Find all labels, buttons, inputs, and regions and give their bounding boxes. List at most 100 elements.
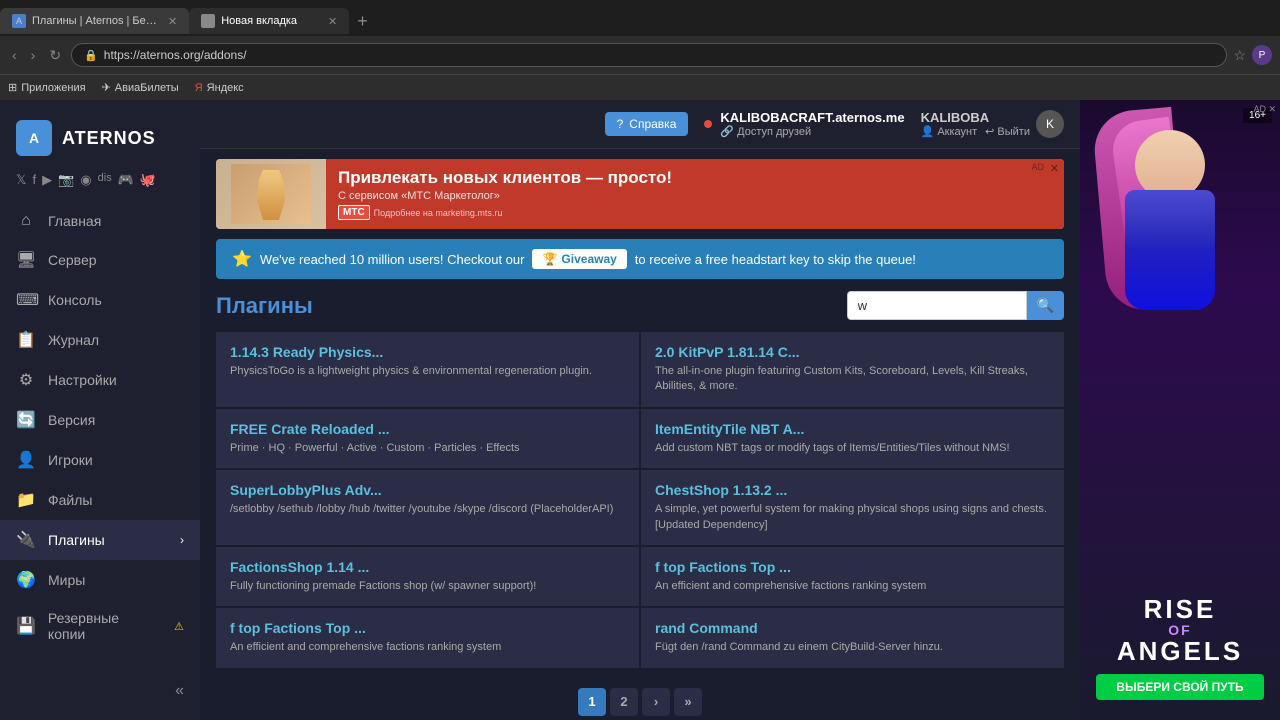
sidebar-collapse: « xyxy=(0,672,200,710)
sidebar-item-server[interactable]: 🖥 Сервер xyxy=(0,240,200,280)
plugin-card-3[interactable]: ItemEntityTile NBT A... Add custom NBT t… xyxy=(641,409,1064,468)
ad-close-button[interactable]: ✕ xyxy=(1050,162,1059,175)
tab-2-favicon xyxy=(201,14,215,28)
game-name-angels: ANGELS xyxy=(1096,637,1263,666)
play-button[interactable]: ВЫБЕРИ СВОЙ ПУТЬ xyxy=(1096,674,1263,700)
forward-button[interactable]: › xyxy=(27,45,40,65)
sidebar-item-plugins[interactable]: 🔌 Плагины › xyxy=(0,520,200,560)
url-text: https://aternos.org/addons/ xyxy=(104,48,247,62)
plugin-name-4: SuperLobbyPlus Adv... xyxy=(230,482,625,498)
twitter-icon[interactable]: 𝕏 xyxy=(16,172,26,188)
collapse-button[interactable]: « xyxy=(175,682,184,700)
user-actions: 👤 Аккаунт ↩ Выйти xyxy=(921,125,1030,138)
logout-icon: ↩ xyxy=(985,126,994,138)
question-icon: ? xyxy=(617,117,624,131)
instagram-icon[interactable]: 📷 xyxy=(58,172,74,188)
giveaway-banner: ⭐ We've reached 10 million users! Checko… xyxy=(216,239,1064,279)
tab-1-label: Плагины | Aternos | Бесплатн... xyxy=(32,15,162,27)
sidebar-item-players[interactable]: 👤 Игроки xyxy=(0,440,200,480)
github-icon[interactable]: 🐙 xyxy=(140,172,156,188)
plugin-desc-7: An efficient and comprehensive factions … xyxy=(655,579,1050,594)
plugin-desc-3: Add custom NBT tags or modify tags of It… xyxy=(655,441,1050,456)
top-bar: ? Справка KALIBOBACRAFT.aternos.me 🔗 Дос… xyxy=(200,100,1080,149)
plugin-name-2: FREE Crate Reloaded ... xyxy=(230,421,625,437)
plugin-card-6[interactable]: FactionsShop 1.14 ... Fully functioning … xyxy=(216,547,639,606)
players-icon: 👤 xyxy=(16,450,36,470)
extension-icon[interactable]: P xyxy=(1252,45,1272,65)
plugin-card-1[interactable]: 2.0 KitPvP 1.81.14 C... The all-in-one p… xyxy=(641,332,1064,407)
tab-bar: A Плагины | Aternos | Бесплатн... ✕ Нова… xyxy=(0,0,1280,36)
bookmark-button[interactable]: ☆ xyxy=(1233,47,1246,64)
next-page-button[interactable]: › xyxy=(642,688,670,716)
help-button[interactable]: ? Справка xyxy=(605,112,689,136)
user-name: KALIBOBA xyxy=(921,110,990,125)
search-button[interactable]: 🔍 xyxy=(1027,291,1064,320)
ad-inner-text: Привлекать новых клиентов — просто! С се… xyxy=(326,159,1064,229)
logout-button[interactable]: ↩ Выйти xyxy=(985,125,1030,138)
bookmark-avia[interactable]: ✈ АвиаБилеты xyxy=(102,81,179,94)
sidebar-item-home[interactable]: ⌂ Главная xyxy=(0,202,200,240)
tab-1[interactable]: A Плагины | Aternos | Бесплатн... ✕ xyxy=(0,8,189,34)
back-button[interactable]: ‹ xyxy=(8,45,21,65)
address-bar[interactable]: 🔒 https://aternos.org/addons/ xyxy=(71,43,1227,67)
plugin-card-0[interactable]: 1.14.3 Ready Physics... PhysicsToGo is a… xyxy=(216,332,639,407)
new-tab-button[interactable]: + xyxy=(349,11,376,32)
sidebar-item-backups[interactable]: 💾 Резервные копии ⚠ xyxy=(0,600,200,652)
plugin-desc-1: The all-in-one plugin featuring Custom K… xyxy=(655,364,1050,395)
page-1-button[interactable]: 1 xyxy=(578,688,606,716)
server-status-dot xyxy=(704,120,712,128)
plugin-card-2[interactable]: FREE Crate Reloaded ... Prime · HQ · Pow… xyxy=(216,409,639,468)
reddit-icon[interactable]: ◉ xyxy=(80,172,91,188)
plugin-desc-9: Fügt den /rand Command zu einem CityBuil… xyxy=(655,640,1050,655)
page-2-button[interactable]: 2 xyxy=(610,688,638,716)
giveaway-button[interactable]: 🏆 Giveaway xyxy=(532,249,626,269)
plugin-name-7: f top Factions Top ... xyxy=(655,559,1050,575)
account-button[interactable]: 👤 Аккаунт xyxy=(921,125,978,138)
right-ad-content: 16+ RISE OF xyxy=(1080,100,1280,720)
avia-icon: ✈ xyxy=(102,81,111,94)
ssl-icon: 🔒 xyxy=(84,49,98,62)
plugin-name-9: rand Command xyxy=(655,620,1050,636)
plugins-icon: 🔌 xyxy=(16,530,36,550)
warning-icon: ⚠ xyxy=(174,620,184,633)
plugin-card-5[interactable]: ChestShop 1.13.2 ... A simple, yet power… xyxy=(641,470,1064,545)
plugin-card-7[interactable]: f top Factions Top ... An efficient and … xyxy=(641,547,1064,606)
youtube-icon[interactable]: ▶ xyxy=(42,172,52,188)
plugin-card-9[interactable]: rand Command Fügt den /rand Command zu e… xyxy=(641,608,1064,667)
plugin-card-8[interactable]: f top Factions Top ... An efficient and … xyxy=(216,608,639,667)
search-input[interactable] xyxy=(847,291,1027,320)
reload-button[interactable]: ↻ xyxy=(45,45,65,66)
settings-icon: ⚙ xyxy=(16,370,36,390)
content-area: ? Справка KALIBOBACRAFT.aternos.me 🔗 Дос… xyxy=(200,100,1280,720)
version-icon: 🔄 xyxy=(16,410,36,430)
tab-1-close[interactable]: ✕ xyxy=(168,15,177,28)
backups-icon: 💾 xyxy=(16,616,36,636)
tab-2-close[interactable]: ✕ xyxy=(328,15,337,28)
plugin-card-4[interactable]: SuperLobbyPlus Adv... /setlobby /sethub … xyxy=(216,470,639,545)
tab-2[interactable]: Новая вкладка ✕ xyxy=(189,8,349,34)
last-page-button[interactable]: » xyxy=(674,688,702,716)
user-info: KALIBOBA 👤 Аккаунт ↩ Выйти K xyxy=(921,110,1064,138)
plugins-section: Плагины 🔍 1.14.3 Ready Physics... P xyxy=(200,291,1080,720)
bookmark-yandex[interactable]: Я Яндекс xyxy=(195,82,244,94)
sidebar-item-files[interactable]: 📁 Файлы xyxy=(0,480,200,520)
discord-icon[interactable]: dis xyxy=(98,172,112,188)
sidebar-item-settings[interactable]: ⚙ Настройки xyxy=(0,360,200,400)
tab-2-label: Новая вкладка xyxy=(221,15,297,27)
bookmark-apps[interactable]: ⊞ Приложения xyxy=(8,81,86,94)
server-icon: 🖥 xyxy=(16,250,36,270)
facebook-icon[interactable]: f xyxy=(32,172,36,188)
plugin-name-8: f top Factions Top ... xyxy=(230,620,625,636)
browser-chrome: A Плагины | Aternos | Бесплатн... ✕ Нова… xyxy=(0,0,1280,100)
worlds-icon: 🌍 xyxy=(16,570,36,590)
plugin-desc-0: PhysicsToGo is a lightweight physics & e… xyxy=(230,364,625,379)
ad-title: Привлекать новых клиентов — просто! xyxy=(338,168,1052,188)
sidebar-item-version[interactable]: 🔄 Версия xyxy=(0,400,200,440)
sidebar-item-journal[interactable]: 📋 Журнал xyxy=(0,320,200,360)
sidebar-item-worlds[interactable]: 🌍 Миры xyxy=(0,560,200,600)
teamspeak-icon[interactable]: 🎮 xyxy=(118,172,134,188)
sidebar-item-console[interactable]: ⌨ Консоль xyxy=(0,280,200,320)
bookmarks-bar: ⊞ Приложения ✈ АвиаБилеты Я Яндекс xyxy=(0,74,1280,100)
logo-text: ATERNOS xyxy=(62,128,156,149)
ad-mts-text: Подробнее на marketing.mts.ru xyxy=(374,208,503,218)
